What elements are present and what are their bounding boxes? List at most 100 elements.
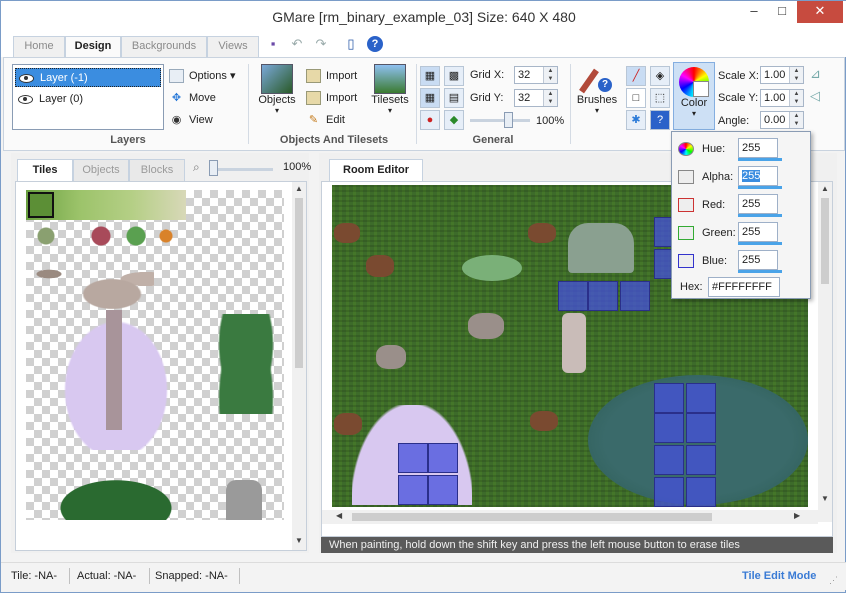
tab-room-editor[interactable]: Room Editor — [329, 159, 423, 181]
tool-button[interactable]: ✱ — [626, 110, 646, 130]
tab-design[interactable]: Design — [65, 36, 121, 58]
tab-backgrounds[interactable]: Backgrounds — [121, 36, 207, 57]
spinner-arrows-icon[interactable]: ▲ ▼ — [543, 67, 557, 83]
hue-input[interactable]: 255 — [738, 138, 778, 158]
book-icon[interactable]: ▯ — [343, 36, 359, 52]
scroll-right-arrow-icon[interactable]: ▶ — [794, 511, 800, 520]
scrollbar-thumb[interactable] — [295, 198, 303, 368]
green-label: Green: — [702, 227, 736, 239]
eye-icon[interactable] — [19, 74, 34, 83]
iso-grid-button[interactable]: ▩ — [444, 66, 464, 86]
import-objects-button[interactable]: Import — [306, 66, 357, 86]
room-vertical-scrollbar[interactable]: ▲ ▼ — [818, 182, 832, 522]
eye-icon[interactable] — [18, 95, 33, 104]
edit-mode-status[interactable]: Tile Edit Mode — [742, 570, 816, 582]
zoom-slider-track[interactable] — [470, 119, 530, 122]
tab-views[interactable]: Views — [207, 36, 259, 57]
layer-item[interactable]: Layer (-1) — [15, 68, 161, 87]
tiles-zoom-slider-track[interactable] — [209, 168, 273, 171]
layer-grid-button[interactable]: ▤ — [444, 88, 464, 108]
scale-y-label: Scale Y: — [718, 92, 759, 104]
close-button[interactable]: ✕ — [797, 1, 843, 23]
help-icon[interactable]: ? — [367, 36, 383, 52]
options-button[interactable]: Options ▾ — [169, 66, 236, 86]
tab-objects[interactable]: Objects — [73, 159, 129, 181]
alpha-bar[interactable] — [738, 186, 782, 189]
green-input[interactable]: 255 — [738, 222, 778, 242]
status-divider — [239, 568, 240, 584]
ribbon-tabs: Home Design Backgrounds Views ▪ ↶ ↷ ▯ ? — [1, 33, 846, 58]
pencil-tool-button[interactable]: ╱ — [626, 66, 646, 86]
tilesets-button[interactable]: Tilesets ▾ — [368, 64, 412, 115]
green-icon — [678, 226, 694, 240]
spinner-arrows-icon[interactable]: ▲ ▼ — [789, 67, 803, 83]
spinner-arrows-icon[interactable]: ▲ ▼ — [789, 90, 803, 106]
view-button[interactable]: ◉ View — [169, 110, 213, 130]
scrollbar-thumb[interactable] — [352, 513, 712, 521]
scroll-up-arrow-icon[interactable]: ▲ — [821, 184, 829, 193]
grid-toggle-button[interactable]: ▦ — [420, 66, 440, 86]
select-tool-button[interactable]: ⬚ — [650, 88, 670, 108]
scale-y-input[interactable]: 1.00 ▲ ▼ — [760, 89, 804, 107]
red-input[interactable]: 255 — [738, 194, 778, 214]
layer-name: Layer (-1) — [40, 72, 88, 84]
layer-item[interactable]: Layer (0) — [15, 90, 161, 109]
brushes-button[interactable]: ? Brushes ▾ — [574, 64, 620, 115]
minimize-button[interactable]: – — [741, 1, 767, 23]
tileset-image[interactable] — [26, 190, 284, 520]
tiles-vertical-scrollbar[interactable]: ▲ ▼ — [292, 182, 306, 550]
show-tiles-button[interactable]: ◆ — [444, 110, 464, 130]
flip-vertical-icon[interactable]: ◁ — [810, 88, 820, 104]
red-row: Red: 255 — [676, 194, 808, 217]
green-bar[interactable] — [738, 242, 782, 245]
objects-button[interactable]: Objects ▾ — [256, 64, 298, 115]
undo-icon[interactable]: ↶ — [289, 36, 305, 52]
grid-y-value: 32 — [518, 92, 531, 104]
blue-bar[interactable] — [738, 270, 782, 273]
tab-blocks[interactable]: Blocks — [129, 159, 185, 181]
color-button[interactable]: Color ▾ — [673, 62, 715, 130]
red-bar[interactable] — [738, 214, 782, 217]
snapped-status: Snapped: -NA- — [155, 570, 228, 582]
show-objects-button[interactable]: ● — [420, 110, 440, 130]
grid-y-input[interactable]: 32 ▲ ▼ — [514, 89, 558, 107]
hex-input[interactable]: #FFFFFFFF — [708, 277, 780, 297]
scroll-up-arrow-icon[interactable]: ▲ — [295, 184, 303, 193]
scroll-down-arrow-icon[interactable]: ▼ — [295, 536, 303, 545]
view-label: View — [189, 114, 213, 126]
room-horizontal-scrollbar[interactable]: ◀ ▶ — [322, 510, 818, 524]
import-tilesets-button[interactable]: Import — [306, 88, 357, 108]
edit-button[interactable]: ✎ Edit — [306, 110, 345, 130]
move-button[interactable]: ✥ Move — [169, 88, 216, 108]
tab-home[interactable]: Home — [13, 36, 65, 57]
selected-tile[interactable] — [28, 192, 54, 218]
tiles-zoom-slider-thumb[interactable] — [209, 160, 218, 176]
scrollbar-thumb[interactable] — [821, 198, 829, 284]
redo-icon[interactable]: ↷ — [313, 36, 329, 52]
angle-input[interactable]: 0.00 ▲ ▼ — [760, 111, 804, 129]
scale-x-input[interactable]: 1.00 ▲ ▼ — [760, 66, 804, 84]
color-label: Color — [680, 97, 708, 109]
grid-x-input[interactable]: 32 ▲ ▼ — [514, 66, 558, 84]
blue-input[interactable]: 255 — [738, 250, 778, 270]
scroll-down-arrow-icon[interactable]: ▼ — [821, 494, 829, 503]
hue-row: Hue: 255 — [676, 138, 808, 161]
alpha-input[interactable]: 255 — [738, 166, 778, 186]
resize-grip-icon[interactable]: ⋰ — [829, 575, 838, 586]
hue-bar[interactable] — [738, 158, 782, 161]
tab-tiles[interactable]: Tiles — [17, 159, 73, 181]
flip-horizontal-icon[interactable]: ⊿ — [810, 66, 821, 82]
fill-tool-button[interactable]: ◈ — [650, 66, 670, 86]
tileset-view[interactable]: ▲ ▼ — [15, 181, 307, 551]
eraser-tool-button[interactable]: □ — [626, 88, 646, 108]
maximize-button[interactable]: □ — [769, 1, 795, 23]
save-icon[interactable]: ▪ — [265, 36, 281, 52]
spinner-arrows-icon[interactable]: ▲ ▼ — [789, 112, 803, 128]
help-tool-button[interactable]: ? — [650, 110, 670, 130]
scroll-left-arrow-icon[interactable]: ◀ — [336, 511, 342, 520]
snap-grid-button[interactable]: ▦ — [420, 88, 440, 108]
zoom-slider-thumb[interactable] — [504, 112, 513, 128]
options-label: Options — [189, 70, 227, 82]
red-label: Red: — [702, 199, 726, 211]
spinner-arrows-icon[interactable]: ▲ ▼ — [543, 90, 557, 106]
